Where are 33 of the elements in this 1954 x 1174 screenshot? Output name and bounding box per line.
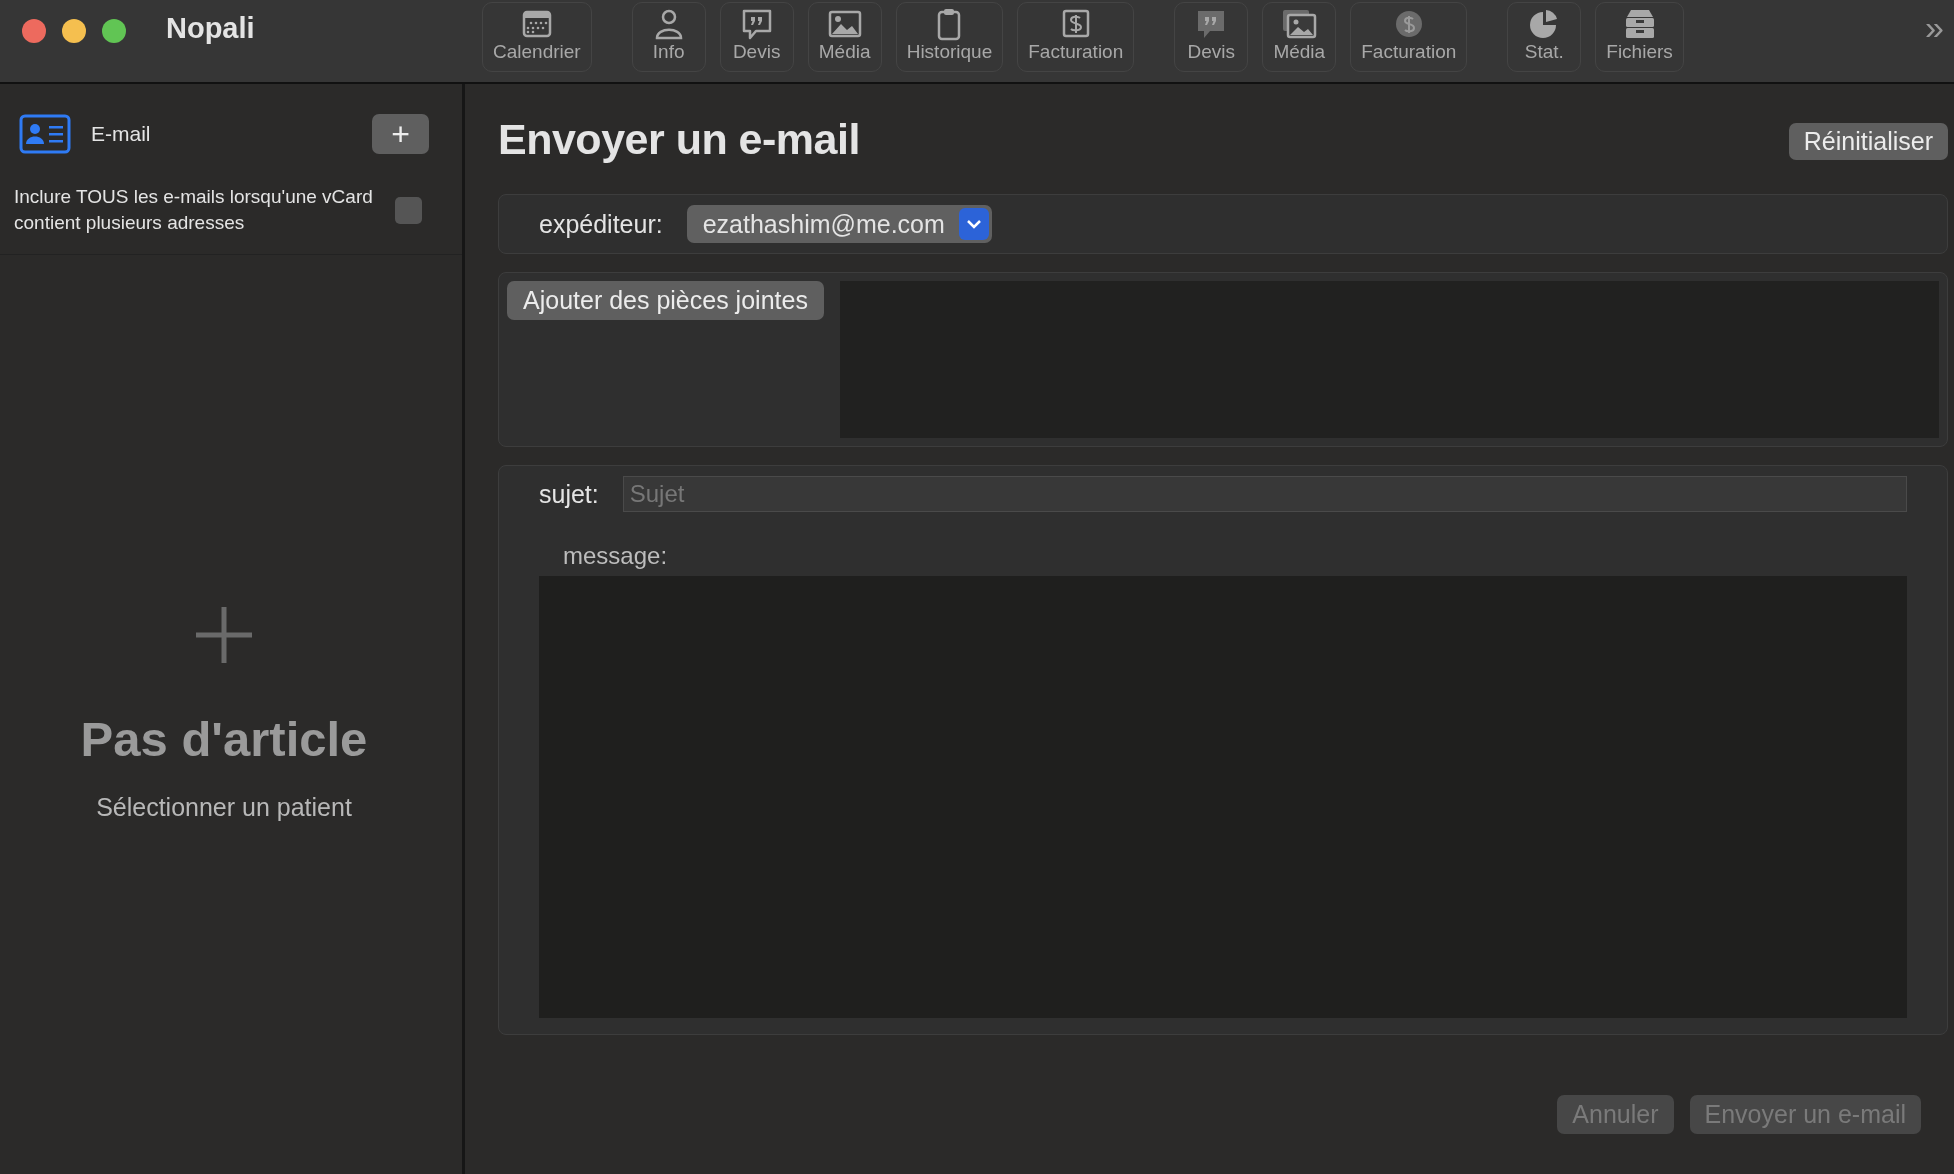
contact-card-icon: [19, 114, 71, 154]
toolbar-overflow-button[interactable]: »: [1925, 8, 1944, 47]
subject-field[interactable]: Sujet: [622, 476, 1907, 512]
sender-label: expéditeur:: [539, 209, 663, 239]
toolbar-button[interactable]: Info: [631, 2, 706, 72]
toolbar-button[interactable]: Calendrier: [482, 2, 592, 72]
empty-state-title: Pas d'article: [80, 711, 368, 767]
sidebar-title: E-mail: [91, 122, 152, 146]
toolbar-button[interactable]: Facturation: [1017, 2, 1135, 72]
add-attachments-button[interactable]: Ajouter des pièces jointes: [507, 281, 824, 320]
page-title: Envoyer un e-mail: [498, 114, 860, 164]
plus-icon: [194, 605, 254, 665]
toolbar-button[interactable]: Historique: [895, 2, 1004, 72]
toolbar-button[interactable]: Devis: [1174, 2, 1249, 72]
sender-dropdown[interactable]: ezathashim@me.com: [686, 205, 992, 243]
checkbox[interactable]: [395, 196, 422, 224]
option-label: Inclure TOUS les e-mails lorsqu'une vCard contient plusieurs adresses: [14, 185, 374, 235]
toolbar-button[interactable]: Stat.: [1507, 2, 1582, 72]
subject-label: sujet:: [539, 479, 599, 509]
toolbar-button[interactable]: Facturation: [1350, 2, 1468, 72]
toolbar-button[interactable]: Média: [807, 2, 882, 72]
reset-button[interactable]: Réinitialiser: [1788, 122, 1948, 160]
zoom-window-button[interactable]: [102, 19, 126, 43]
minimize-window-button[interactable]: [62, 19, 86, 43]
message-label: message:: [563, 542, 668, 570]
close-window-button[interactable]: [22, 19, 46, 43]
toolbar-button[interactable]: Devis: [719, 2, 794, 72]
add-button[interactable]: +: [372, 114, 429, 154]
window-title: Nopali: [166, 12, 256, 45]
empty-state-subtitle: Sélectionner un patient: [96, 793, 352, 822]
toolbar-button[interactable]: Fichiers: [1595, 2, 1684, 72]
toolbar-button[interactable]: Média: [1262, 2, 1337, 72]
chevron-down-icon: [958, 208, 989, 240]
